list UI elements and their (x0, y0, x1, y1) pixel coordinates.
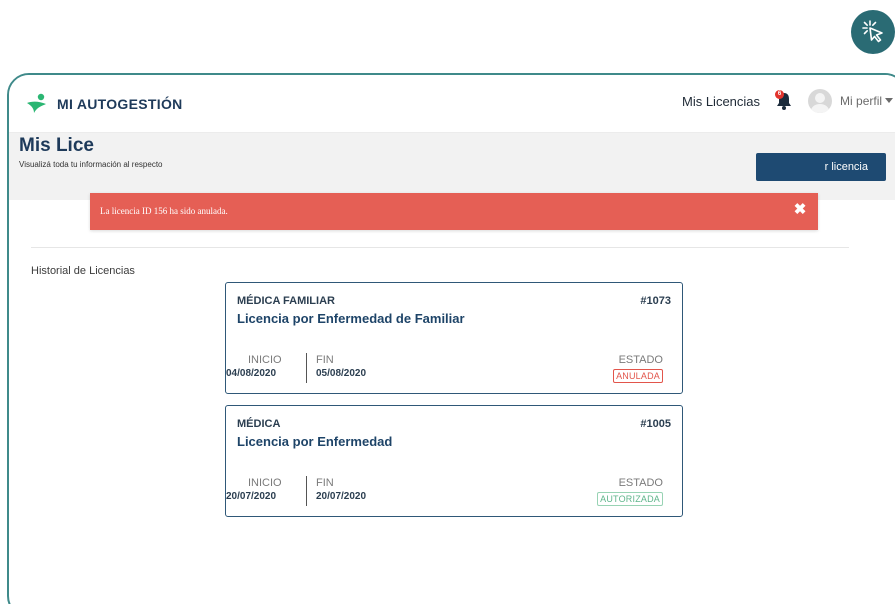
close-icon[interactable]: ✖ (790, 200, 810, 220)
inicio-date: 20/07/2020 (226, 491, 277, 502)
estado-block: ESTADO AUTORIZADA (597, 477, 663, 507)
toast-notification: La licencia ID 156 ha sido anulada. ✖ (90, 193, 818, 230)
brand-name: MI AUTOGESTIÓN (57, 96, 183, 112)
licencia-card[interactable]: MÉDICA FAMILIAR #1073 Licencia por Enfer… (225, 282, 683, 394)
status-badge: ANULADA (613, 369, 663, 383)
profile-label: Mi perfil (840, 94, 883, 108)
column-separator (306, 353, 307, 383)
profile-menu[interactable]: Mi perfil (840, 94, 894, 108)
divider (31, 247, 849, 248)
inicio-date: 04/08/2020 (226, 368, 277, 379)
inicio-block: INICIO 04/08/2020 (226, 354, 282, 379)
page-header: Mis Lice Visualizá toda tu información a… (9, 133, 895, 230)
page-subtitle: Visualizá toda tu información al respect… (19, 160, 163, 169)
inicio-block: INICIO 20/07/2020 (226, 477, 282, 502)
inicio-label: INICIO (248, 477, 282, 489)
notifications-bell[interactable]: 6 (774, 90, 794, 112)
history-heading: Historial de Licencias (31, 265, 135, 277)
avatar[interactable] (808, 89, 833, 113)
fin-date: 20/07/2020 (316, 491, 367, 502)
toast-message: La licencia ID 156 ha sido anulada. (100, 206, 228, 216)
estado-label: ESTADO (618, 477, 663, 489)
screenshot-stage: MI AUTOGESTIÓN Mis Licencias 6 Mi perfil (0, 0, 895, 604)
brand[interactable]: MI AUTOGESTIÓN (25, 93, 183, 115)
nav-right: Mis Licencias 6 Mi perfil (682, 89, 894, 113)
nav-mis-licencias-link[interactable]: Mis Licencias (682, 94, 760, 109)
click-cursor-icon (851, 10, 895, 54)
fin-label: FIN (316, 477, 334, 489)
licencia-id: #1005 (640, 418, 671, 430)
brand-logo-icon (27, 93, 46, 113)
licencia-card[interactable]: MÉDICA #1005 Licencia por Enfermedad INI… (225, 405, 683, 517)
estado-block: ESTADO ANULADA (613, 354, 663, 384)
licencia-type: MÉDICA (237, 418, 281, 430)
licencia-title: Licencia por Enfermedad de Familiar (237, 311, 465, 326)
new-licencia-button[interactable]: r licencia (756, 153, 886, 181)
estado-label: ESTADO (618, 354, 663, 366)
page-title: Mis Lice (19, 135, 94, 156)
licencia-type: MÉDICA FAMILIAR (237, 295, 335, 307)
licencia-title: Licencia por Enfermedad (237, 434, 393, 449)
chevron-down-icon (885, 97, 894, 103)
new-licencia-button-label: r licencia (824, 161, 868, 173)
app-window: MI AUTOGESTIÓN Mis Licencias 6 Mi perfil (7, 73, 895, 604)
fin-label: FIN (316, 354, 334, 366)
status-badge: AUTORIZADA (597, 492, 663, 506)
fin-block: FIN 05/08/2020 (316, 354, 366, 379)
top-navbar: MI AUTOGESTIÓN Mis Licencias 6 Mi perfil (9, 75, 895, 133)
fin-block: FIN 20/07/2020 (316, 477, 366, 502)
fin-date: 05/08/2020 (316, 368, 367, 379)
inicio-label: INICIO (248, 354, 282, 366)
notification-count-badge: 6 (775, 90, 785, 99)
licencia-id: #1073 (640, 295, 671, 307)
column-separator (306, 476, 307, 506)
